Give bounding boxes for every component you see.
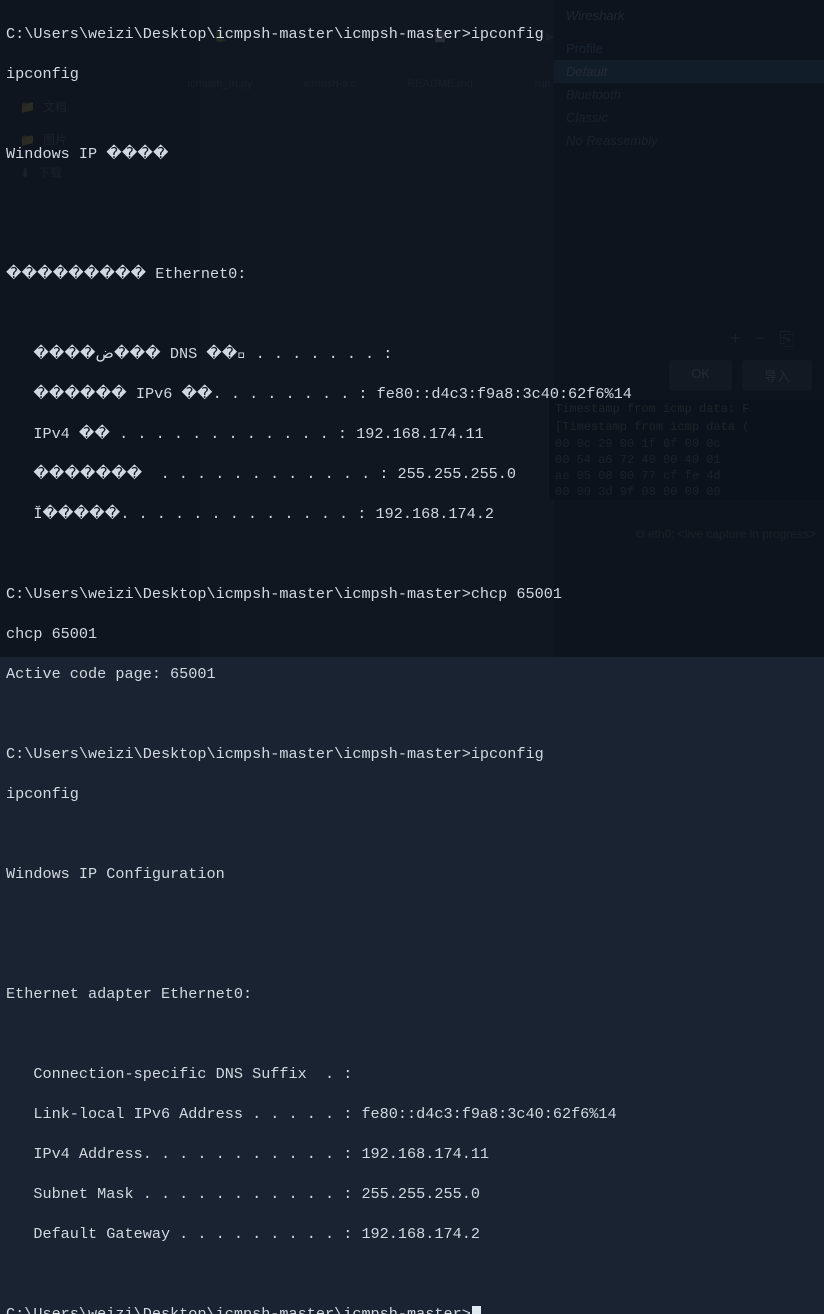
- terminal-window[interactable]: C:\Users\weizi\Desktop\icmpsh-master\icm…: [0, 0, 824, 657]
- cursor: [472, 1306, 481, 1314]
- blank-line: [6, 1264, 818, 1284]
- blank-line: [6, 304, 818, 324]
- output-line: Link-local IPv6 Address . . . . . : fe80…: [6, 1104, 818, 1124]
- output-line: Subnet Mask . . . . . . . . . . . : 255.…: [6, 1184, 818, 1204]
- output-line: ������� . . . . . . . . . . . . : 255.25…: [6, 464, 818, 484]
- prompt-line[interactable]: C:\Users\weizi\Desktop\icmpsh-master\icm…: [6, 1304, 818, 1314]
- output-line: ����ض��� DNS ��󰹢 . . . . . . . :: [6, 344, 818, 364]
- prompt-line: C:\Users\weizi\Desktop\icmpsh-master\icm…: [6, 744, 818, 764]
- output-line: Windows IP ����: [6, 144, 818, 164]
- output-line: IPv4 Address. . . . . . . . . . . : 192.…: [6, 1144, 818, 1164]
- output-line: ������ IPv6 ��. . . . . . . . : fe80::d4…: [6, 384, 818, 404]
- output-line: Connection-specific DNS Suffix . :: [6, 1064, 818, 1084]
- echo-line: ipconfig: [6, 64, 818, 84]
- blank-line: [6, 104, 818, 124]
- blank-line: [6, 224, 818, 244]
- blank-line: [6, 1024, 818, 1044]
- echo-line: ipconfig: [6, 784, 818, 804]
- output-line: Windows IP Configuration: [6, 864, 818, 884]
- blank-line: [6, 904, 818, 924]
- adapter-header: Ethernet adapter Ethernet0:: [6, 984, 818, 1004]
- output-line: Ĭ�����. . . . . . . . . . . . . : 192.16…: [6, 504, 818, 524]
- adapter-header: ��������� Ethernet0:: [6, 264, 818, 284]
- output-line: Active code page: 65001: [6, 664, 818, 684]
- echo-line: chcp 65001: [6, 624, 818, 644]
- blank-line: [6, 184, 818, 204]
- blank-line: [6, 704, 818, 724]
- blank-line: [6, 824, 818, 844]
- output-line: IPv4 �� . . . . . . . . . . . . : 192.16…: [6, 424, 818, 444]
- prompt-line: C:\Users\weizi\Desktop\icmpsh-master\icm…: [6, 584, 818, 604]
- prompt-line: C:\Users\weizi\Desktop\icmpsh-master\icm…: [6, 24, 818, 44]
- blank-line: [6, 944, 818, 964]
- output-line: Default Gateway . . . . . . . . . : 192.…: [6, 1224, 818, 1244]
- blank-line: [6, 544, 818, 564]
